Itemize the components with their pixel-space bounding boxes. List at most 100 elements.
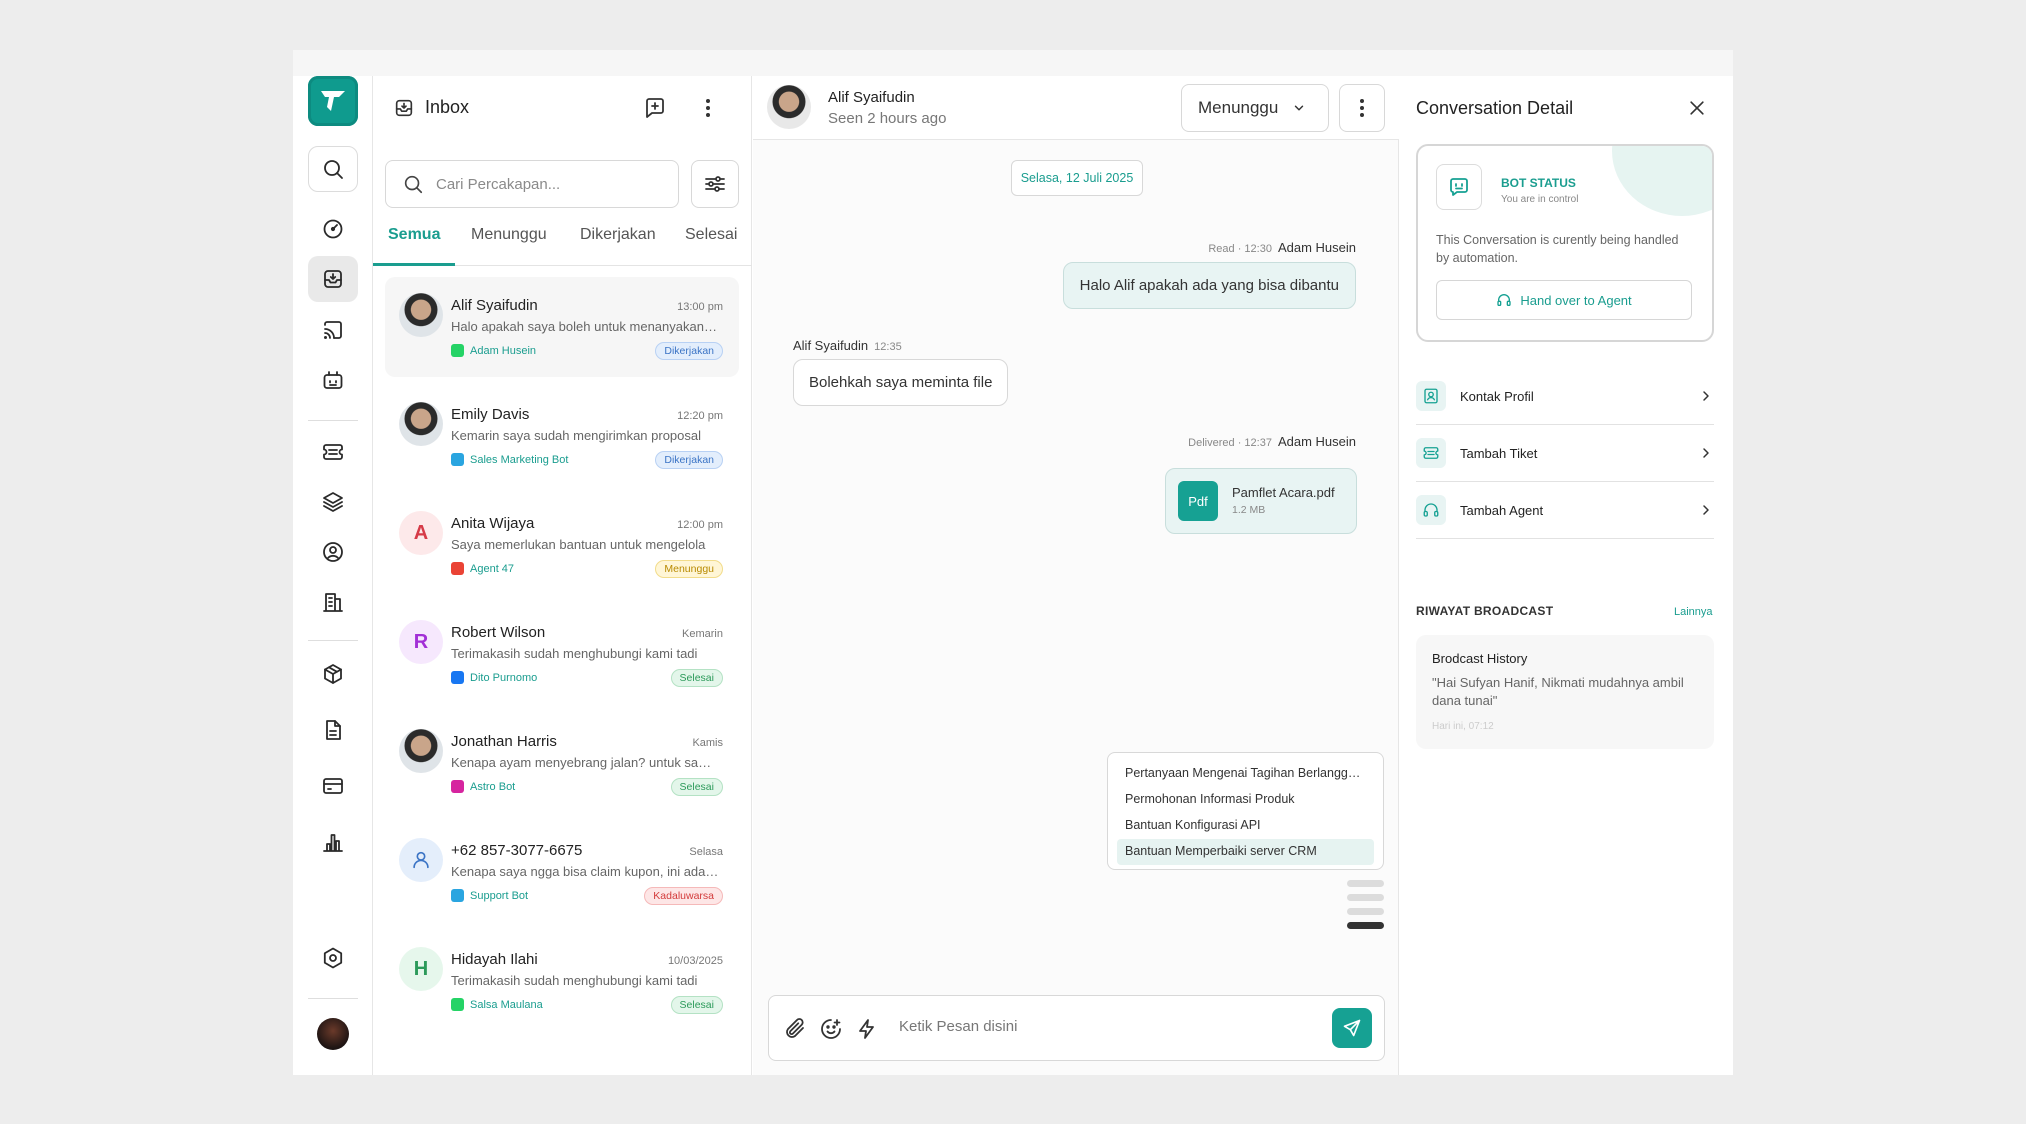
active-tab-indicator — [373, 263, 455, 266]
channel-info: Agent 47 — [451, 562, 514, 575]
layers-icon[interactable] — [308, 479, 358, 525]
chat-more-button[interactable] — [1339, 84, 1385, 132]
status-badge: Selesai — [670, 669, 723, 687]
app-window: Inbox Cari Percakapan... Semua Menunggu … — [293, 50, 1733, 1075]
conversation-item[interactable]: Alif Syaifudin 13:00 pm Halo apakah saya b… — [385, 277, 739, 377]
billing-icon[interactable] — [308, 763, 358, 809]
broadcast-date: Hari ini, 07:12 — [1432, 721, 1494, 732]
more-vertical-icon — [1360, 99, 1364, 117]
emoji-icon[interactable] — [819, 1017, 843, 1041]
send-button[interactable] — [1332, 1008, 1372, 1048]
search-conversation-input[interactable]: Cari Percakapan... — [385, 160, 679, 208]
pager-bar[interactable] — [1347, 908, 1384, 915]
channel-info: Dito Purnomo — [451, 671, 537, 684]
broadcast-more-link[interactable]: Lainnya — [1674, 606, 1713, 618]
contact-avatar: A — [399, 511, 443, 555]
row-tambah-agent[interactable]: Tambah Agent — [1416, 482, 1714, 539]
headset-icon — [1497, 294, 1512, 306]
quick-reply-item[interactable]: Pertanyaan Mengenai Tagihan Berlangganan — [1117, 761, 1374, 787]
tab-selesai[interactable]: Selesai — [685, 226, 737, 244]
settings-icon[interactable] — [308, 935, 358, 981]
conversation-item[interactable]: R Robert Wilson Kemarin Terimakasih sudah m… — [385, 604, 739, 704]
contact-name: Alif Syaifudin — [451, 297, 538, 314]
hand-over-button[interactable]: Hand over to Agent — [1436, 280, 1692, 320]
app-logo[interactable] — [308, 76, 358, 126]
dashboard-icon[interactable] — [308, 206, 358, 252]
message-time: Selasa — [689, 846, 723, 858]
quick-reply-item[interactable]: Permohonan Informasi Produk — [1117, 787, 1374, 813]
incoming-message[interactable]: Bolehkah saya meminta file — [793, 359, 1009, 406]
message-preview: Terimakasih sudah menghubungi kami tadi — [451, 973, 698, 988]
message-time: Kemarin — [682, 628, 723, 640]
status-badge: Selesai — [670, 996, 723, 1014]
chevron-right-icon — [1703, 448, 1709, 458]
building-icon[interactable] — [308, 579, 358, 625]
hand-over-label: Hand over to Agent — [1520, 292, 1632, 308]
broadcast-card[interactable]: Brodcast History "Hai Sufyan Hanif, Nikm… — [1416, 635, 1714, 749]
contact-avatar: H — [399, 947, 443, 991]
chat-panel: Alif Syaifudin Seen 2 hours ago Menunggu… — [753, 76, 1399, 1075]
pager-bar-active[interactable] — [1347, 922, 1384, 929]
broadcast-heading: RIWAYAT BROADCAST — [1416, 604, 1554, 618]
user-avatar[interactable] — [317, 1018, 349, 1050]
bot-icon[interactable] — [308, 358, 358, 404]
broadcast-title: Brodcast History — [1432, 651, 1528, 666]
row-label: Tambah Agent — [1460, 502, 1544, 518]
lightning-icon[interactable] — [855, 1017, 879, 1041]
contact-name: Robert Wilson — [451, 624, 546, 641]
tab-dikerjakan[interactable]: Dikerjakan — [580, 226, 656, 244]
conversation-list-panel: Inbox Cari Percakapan... Semua Menunggu … — [373, 76, 752, 1075]
new-chat-icon[interactable] — [643, 96, 667, 125]
contact-name: +62 857-3077-6675 — [451, 842, 583, 859]
detail-title: Conversation Detail — [1416, 98, 1574, 118]
outgoing-message[interactable]: Halo Alif apakah ada yang bisa dibantu — [1062, 262, 1356, 309]
status-select[interactable]: Menunggu — [1181, 84, 1329, 132]
bot-status-card: BOT STATUS You are in control This Conve… — [1416, 144, 1714, 342]
broadcast-message: "Hai Sufyan Hanif, Nikmati mudahnya ambi… — [1432, 675, 1684, 708]
row-label: Tambah Tiket — [1460, 445, 1538, 461]
filter-button[interactable] — [691, 160, 739, 208]
channel-info: Support Bot — [451, 889, 528, 902]
contact-avatar[interactable] — [767, 85, 811, 129]
ticket-icon[interactable] — [308, 429, 358, 475]
row-kontak-profil[interactable]: Kontak Profil — [1416, 368, 1714, 425]
tab-semua[interactable]: Semua — [388, 226, 440, 244]
attachment-icon[interactable] — [783, 1017, 807, 1041]
message-preview: Kenapa ayam menyebrang jalan? untuk samp… — [451, 755, 719, 770]
conversation-item[interactable]: +62 857-3077-6675 Selasa Kenapa saya ngga … — [385, 822, 739, 922]
telegram-icon — [451, 453, 464, 466]
contact-icon[interactable] — [308, 529, 358, 575]
tab-menunggu[interactable]: Menunggu — [471, 226, 547, 244]
analytics-icon[interactable] — [308, 819, 358, 865]
inbox-icon[interactable] — [308, 256, 358, 302]
conversation-item[interactable]: Jonathan Harris Kamis Kenapa ayam menyebra… — [385, 713, 739, 813]
conversation-item[interactable]: Emily Davis 12:20 pm Kemarin saya sudah me… — [385, 386, 739, 486]
document-icon[interactable] — [308, 707, 358, 753]
pager-bar[interactable] — [1347, 894, 1384, 901]
pager-bar[interactable] — [1347, 880, 1384, 887]
more-options-icon[interactable] — [704, 96, 712, 125]
conversation-item[interactable]: A Anita Wijaya 12:00 pm Saya memerlukan ban… — [385, 495, 739, 595]
broadcast-icon[interactable] — [308, 307, 358, 353]
conversation-item[interactable]: H Hidayah Ilahi 10/03/2025 Terimakasih suda… — [385, 931, 739, 1031]
row-tambah-tiket[interactable]: Tambah Tiket — [1416, 425, 1714, 482]
composer-input[interactable]: Ketik Pesan disini — [899, 1018, 1017, 1035]
instagram-icon — [451, 780, 464, 793]
contact-avatar — [399, 293, 443, 337]
quick-reply-item[interactable]: Bantuan Konfigurasi API — [1117, 813, 1374, 839]
search-icon[interactable] — [308, 146, 358, 192]
whatsapp-icon — [451, 344, 464, 357]
quick-reply-item-active[interactable]: Bantuan Memperbaiki server CRM — [1117, 839, 1374, 865]
status-badge: Selesai — [670, 778, 723, 796]
decorative-blob — [1612, 146, 1712, 216]
ticket-icon — [1416, 438, 1446, 468]
chevron-right-icon — [1703, 505, 1709, 515]
sliders-icon — [705, 176, 725, 192]
package-icon[interactable] — [308, 651, 358, 697]
close-icon[interactable] — [1682, 93, 1712, 123]
headset-icon — [1416, 495, 1446, 525]
contact-avatar: R — [399, 620, 443, 664]
chevron-right-icon — [1703, 391, 1709, 401]
file-attachment[interactable]: Pdf Pamflet Acara.pdf 1.2 MB — [1165, 468, 1357, 534]
message-meta: Delivered · 12:37 Adam Husein — [1188, 434, 1356, 449]
